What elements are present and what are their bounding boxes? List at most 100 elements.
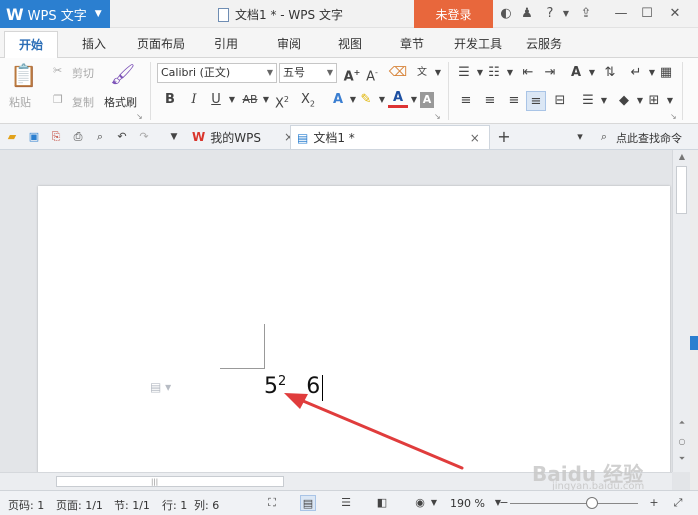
zoom-level[interactable]: 190 %	[450, 497, 485, 510]
side-panel-toggle[interactable]	[690, 336, 698, 350]
align-left-icon[interactable]: ≡	[456, 91, 476, 111]
undo-icon[interactable]: ↶	[114, 129, 130, 145]
vertical-scroll-thumb[interactable]	[676, 166, 687, 214]
status-page-number[interactable]: 页码: 1	[8, 497, 44, 513]
skin-icon[interactable]: ◐	[497, 5, 515, 23]
select-browse-icon[interactable]: ○	[677, 437, 687, 446]
web-view-icon[interactable]: ◧	[374, 495, 390, 511]
redo-icon[interactable]: ↷	[136, 129, 152, 145]
bold-icon[interactable]: B	[160, 90, 180, 110]
chevron-down-icon[interactable]: ▼	[428, 63, 448, 83]
open-folder-icon[interactable]: ▰	[4, 129, 20, 145]
minimize-icon[interactable]: —	[612, 5, 630, 23]
chevron-down-icon[interactable]: ▼	[222, 90, 242, 110]
font-launcher-icon[interactable]: ↘	[434, 112, 441, 121]
help-dropdown-icon[interactable]: ▼	[557, 5, 575, 23]
format-painter-button[interactable]: 格式刷	[104, 94, 137, 110]
tab-document1[interactable]: ▤ 文档1 * ×	[290, 125, 490, 149]
close-tab-icon[interactable]: ×	[470, 131, 480, 145]
cut-icon[interactable]: ✂	[53, 64, 62, 77]
tab-developer[interactable]: 开发工具	[454, 35, 502, 52]
decrease-indent-icon[interactable]: ⇤	[518, 63, 538, 83]
shrink-font-icon[interactable]: A-	[362, 63, 382, 84]
status-section[interactable]: 节: 1/1	[114, 497, 150, 513]
superscript-icon[interactable]: X2	[272, 90, 292, 111]
align-center-icon[interactable]: ≡	[480, 91, 500, 111]
subscript-icon[interactable]: X2	[298, 90, 318, 110]
tab-page-layout[interactable]: 页面布局	[137, 35, 185, 52]
tab-home[interactable]: 开始	[4, 31, 59, 58]
prev-page-icon[interactable]: ⏶	[677, 418, 687, 428]
cut-button[interactable]: 剪切	[72, 65, 94, 81]
outline-view-icon[interactable]: ☰	[338, 495, 354, 511]
paragraph-launcher-icon[interactable]: ↘	[670, 112, 677, 121]
paste-icon[interactable]: 📋	[10, 64, 37, 89]
font-size-select[interactable]: 五号 ▼	[279, 63, 337, 83]
tab-review[interactable]: 审阅	[277, 35, 301, 52]
zoom-slider-handle[interactable]	[586, 497, 598, 509]
status-row[interactable]: 行: 1	[162, 497, 187, 513]
chevron-down-icon[interactable]: ▼	[426, 495, 442, 511]
find-command-input[interactable]: 点此查找命令	[616, 130, 682, 146]
format-painter-icon[interactable]: 🖌	[110, 62, 135, 86]
app-menu-button[interactable]: W WPS 文字 ▼	[0, 0, 110, 28]
chevron-down-icon[interactable]: ▼	[594, 91, 614, 111]
fit-page-icon[interactable]: ⤢	[670, 495, 686, 511]
justify-icon[interactable]: ≡	[526, 91, 546, 111]
tab-my-wps-label: 我的WPS	[210, 130, 261, 145]
chevron-down-icon: ▼	[94, 9, 102, 19]
login-button[interactable]: 未登录	[414, 0, 493, 28]
tab-insert[interactable]: 插入	[82, 35, 106, 52]
grow-font-icon[interactable]: A+	[342, 63, 362, 84]
print-icon[interactable]: ⎙	[70, 129, 86, 145]
tab-cloud[interactable]: 云服务	[526, 35, 562, 52]
paste-button[interactable]: 粘贴	[9, 94, 31, 110]
tab-list-icon[interactable]: ▾	[572, 129, 588, 145]
sort-icon[interactable]: ⇅	[600, 63, 620, 83]
focus-mode-icon[interactable]: ⛶	[264, 495, 280, 511]
customize-dropdown-icon[interactable]: ▼	[166, 129, 182, 145]
status-page-count[interactable]: 页面: 1/1	[56, 497, 103, 513]
save-icon[interactable]: ▣	[26, 129, 42, 145]
window-title: 文档1 * - WPS 文字	[218, 6, 343, 23]
ribbon-toolbar: 📋 粘贴 ✂ 剪切 ❐ 复制 🖌 格式刷 ↘ Calibri (正文) ▼ 五号 ▼…	[0, 58, 698, 124]
page-view-icon[interactable]: ▤	[300, 495, 316, 511]
tab-chapter[interactable]: 章节	[400, 35, 424, 52]
tab-my-wps[interactable]: W 我的WPS ×	[186, 125, 300, 149]
print-preview-icon[interactable]: ⌕	[92, 129, 108, 145]
shirt-icon[interactable]: ♟	[518, 5, 536, 23]
copy-icon[interactable]: ❐	[53, 93, 63, 106]
maximize-icon[interactable]: ☐	[638, 5, 656, 23]
next-page-icon[interactable]: ⏷	[677, 454, 687, 464]
italic-icon[interactable]: I	[184, 90, 204, 110]
table-icon[interactable]: ▦	[656, 63, 676, 83]
share-icon[interactable]: ⇪	[577, 5, 595, 23]
tab-document1-label: 文档1 *	[313, 131, 355, 145]
chevron-down-icon[interactable]: ▼	[660, 91, 680, 111]
close-icon[interactable]: ✕	[666, 5, 684, 23]
scroll-up-icon[interactable]: ▲	[677, 152, 687, 161]
align-right-icon[interactable]: ≡	[504, 91, 524, 111]
tab-references[interactable]: 引用	[214, 35, 238, 52]
zoom-slider-track[interactable]	[510, 503, 638, 504]
distributed-align-icon[interactable]: ⊟	[550, 91, 570, 111]
chevron-down-icon[interactable]: ▼	[582, 63, 602, 83]
document-icon	[218, 7, 229, 22]
increase-indent-icon[interactable]: ⇥	[540, 63, 560, 83]
document-area[interactable]: ▤ ▾ 5 2 6	[0, 150, 698, 490]
horizontal-scroll-thumb[interactable]: |||	[56, 476, 284, 487]
search-icon[interactable]: ⌕	[596, 129, 612, 145]
export-pdf-icon[interactable]: ⎘	[48, 129, 64, 145]
tab-view[interactable]: 视图	[338, 35, 362, 52]
status-column[interactable]: 列: 6	[194, 497, 219, 513]
title-bar: W WPS 文字 ▼ 文档1 * - WPS 文字 未登录 ◐ ♟ ? ▼ ⇪ …	[0, 0, 698, 28]
new-tab-icon[interactable]: +	[496, 129, 512, 145]
chevron-down-icon[interactable]: ▼	[500, 63, 520, 83]
clear-format-icon[interactable]: ⌫	[388, 63, 408, 83]
clipboard-launcher-icon[interactable]: ↘	[136, 112, 143, 121]
copy-button[interactable]: 复制	[72, 94, 94, 110]
char-shading-icon[interactable]: A	[420, 92, 434, 108]
zoom-in-icon[interactable]: +	[646, 495, 662, 511]
font-name-select[interactable]: Calibri (正文) ▼	[157, 63, 277, 83]
app-name: WPS 文字	[27, 8, 87, 24]
